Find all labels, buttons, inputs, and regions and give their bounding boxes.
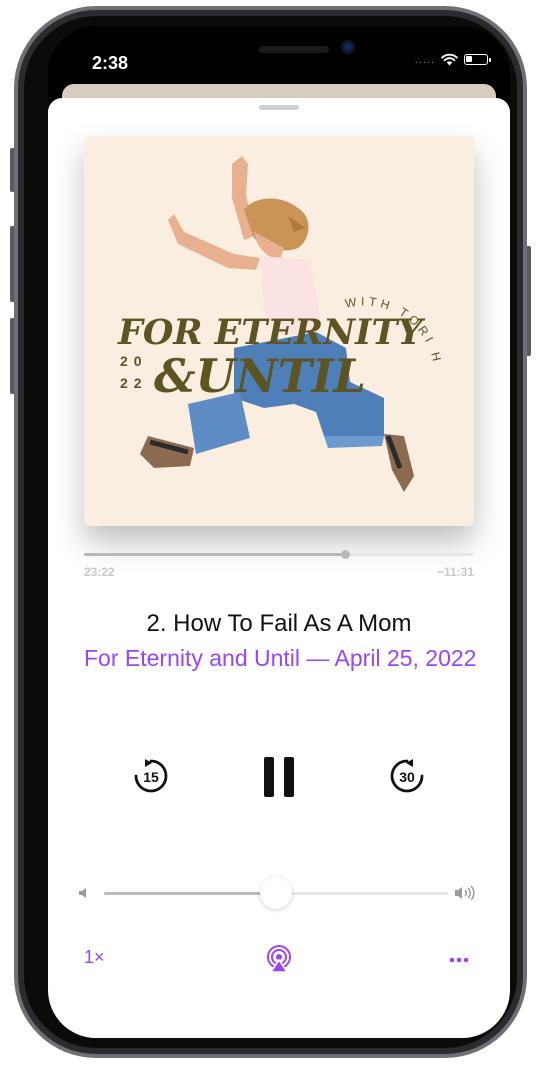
playback-speed-button[interactable]: 1× xyxy=(84,947,105,968)
skip-forward-30-icon: 30 xyxy=(390,759,424,793)
episode-subtitle[interactable]: For Eternity and Until — April 25, 2022 xyxy=(84,645,510,672)
more-options-button[interactable] xyxy=(444,950,474,970)
pause-icon xyxy=(264,757,294,797)
artwork-year-top: 20 xyxy=(120,353,148,369)
volume-min-icon xyxy=(79,888,86,898)
phone-mockup: 2:38 ..... FOR ETERNITY &UNTIL 20 22 WIT… xyxy=(0,0,541,1066)
skip-back-button[interactable]: 15 xyxy=(132,757,170,795)
airplay-icon xyxy=(267,945,291,973)
volume-knob[interactable] xyxy=(260,877,292,909)
cellular-signal-icon: ..... xyxy=(414,53,435,66)
artwork-year-bottom: 22 xyxy=(120,375,148,391)
earpiece-speaker xyxy=(259,46,329,53)
skip-forward-button[interactable]: 30 xyxy=(388,757,426,795)
volume-max-icon xyxy=(455,885,475,901)
svg-text:30: 30 xyxy=(399,769,415,785)
now-playing-sheet: FOR ETERNITY &UNTIL 20 22 WITH TORI HEIN xyxy=(48,98,510,1038)
ellipsis-icon xyxy=(449,957,469,963)
scrubber-fill xyxy=(84,553,346,556)
scrubber-track[interactable] xyxy=(84,550,474,559)
front-camera xyxy=(341,40,355,54)
volume-control xyxy=(78,877,480,909)
skip-back-15-icon: 15 xyxy=(134,759,168,793)
status-icons: ..... xyxy=(414,53,491,66)
airplay-button[interactable] xyxy=(264,944,294,974)
artwork-illustration: FOR ETERNITY &UNTIL 20 22 WITH TORI HEIN xyxy=(84,136,474,526)
artwork-title-line1: FOR ETERNITY xyxy=(117,312,426,353)
svg-text:15: 15 xyxy=(143,769,159,785)
status-time: 2:38 xyxy=(92,53,129,73)
pause-button[interactable] xyxy=(263,755,295,799)
podcast-artwork: FOR ETERNITY &UNTIL 20 22 WITH TORI HEIN xyxy=(84,136,474,526)
wifi-icon xyxy=(441,53,458,66)
volume-fill xyxy=(104,892,276,895)
remaining-time: −11:31 xyxy=(436,565,474,579)
scrubber-knob[interactable] xyxy=(341,550,351,559)
episode-title: 2. How To Fail As A Mom xyxy=(146,610,412,637)
screen: 2:38 ..... FOR ETERNITY &UNTIL 20 22 WIT… xyxy=(48,26,510,1038)
elapsed-time: 23:22 xyxy=(84,565,115,579)
artwork-title-line2: &UNTIL xyxy=(154,349,366,403)
battery-icon xyxy=(464,54,491,65)
sheet-grabber[interactable] xyxy=(259,105,299,110)
volume-slider[interactable] xyxy=(104,877,448,909)
notch xyxy=(161,26,401,72)
playback-scrubber[interactable]: 23:22 −11:31 xyxy=(84,550,474,593)
